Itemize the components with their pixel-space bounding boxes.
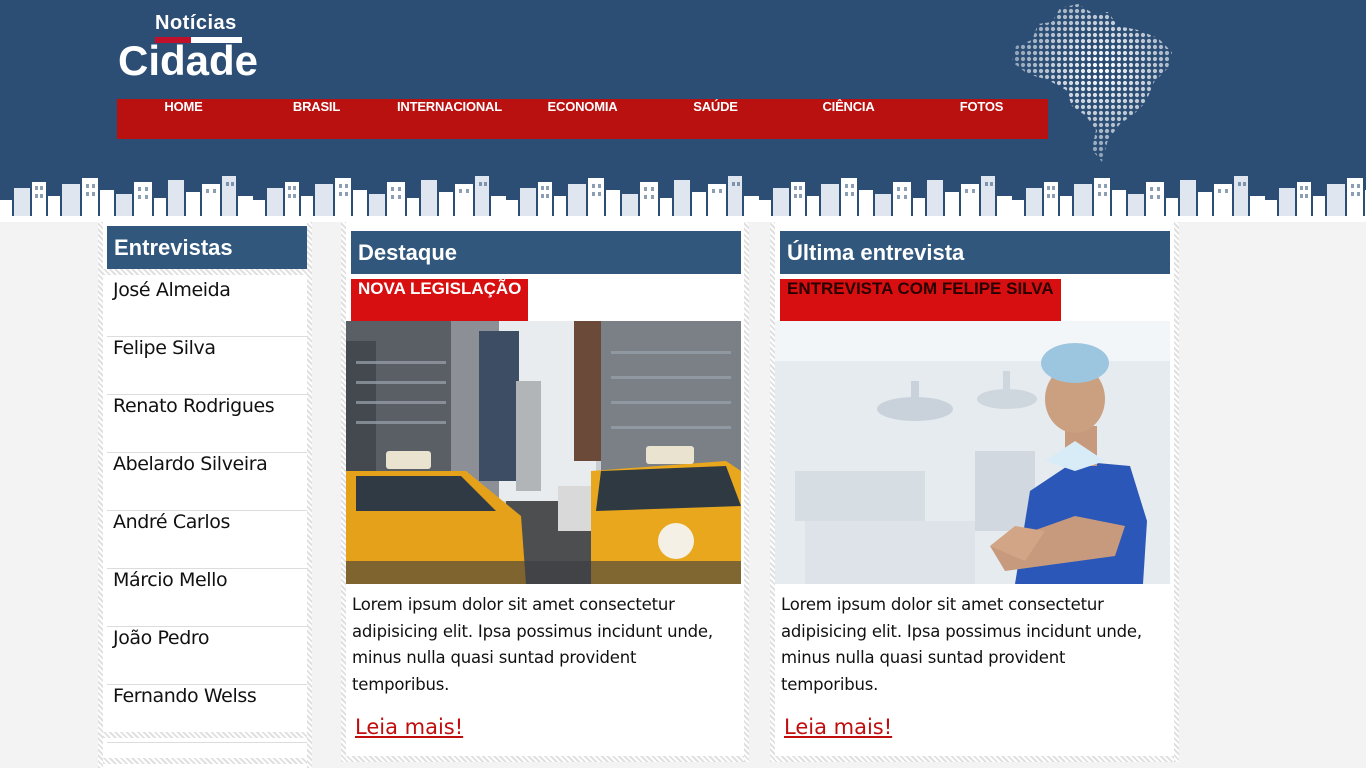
site-logo[interactable]: Notícias Cidade: [118, 12, 278, 92]
nav-item-economia[interactable]: ECONOMIA: [516, 99, 649, 139]
featured-read-more-link[interactable]: Leia mais!: [355, 715, 463, 739]
nav-item-ciencia[interactable]: CIÊNCIA: [782, 99, 915, 139]
sidebar-item-renato-rodrigues[interactable]: Renato Rodrigues: [107, 395, 307, 453]
featured-section: Destaque NOVA LEGISLAÇÃO Lorem ipsum dol…: [341, 222, 749, 762]
sidebar-item-marcio-mello[interactable]: Márcio Mello: [107, 569, 307, 627]
sidebar-item-jose-almeida[interactable]: José Almeida: [107, 279, 307, 337]
logo-main-text: Cidade: [118, 37, 259, 84]
site-header: Notícias Cidade HOME BRASIL INTERNACIONA…: [0, 0, 1366, 222]
sidebar-title: Entrevistas: [107, 226, 307, 269]
nav-item-brasil[interactable]: BRASIL: [250, 99, 383, 139]
featured-title: Destaque: [351, 231, 741, 274]
interviews-sidebar: Entrevistas José Almeida Felipe Silva Re…: [98, 222, 312, 768]
latest-read-more-link[interactable]: Leia mais!: [784, 715, 892, 739]
taxi-street-image: [346, 321, 741, 584]
sidebar-item-andre-carlos[interactable]: André Carlos: [107, 511, 307, 569]
doctor-image: [775, 321, 1170, 584]
city-skyline-icon: [0, 172, 1366, 222]
nav-item-internacional[interactable]: INTERNACIONAL: [383, 99, 516, 139]
featured-photo[interactable]: [346, 321, 741, 584]
latest-tag[interactable]: ENTREVISTA COM FELIPE SILVA: [780, 279, 1061, 321]
latest-photo[interactable]: [775, 321, 1170, 584]
logo-top-text: Notícias: [155, 12, 237, 34]
divider: [103, 732, 307, 738]
divider: [103, 269, 307, 275]
brazil-map-icon: [1012, 4, 1172, 162]
nav-item-saude[interactable]: SAÚDE: [649, 99, 782, 139]
featured-tag[interactable]: NOVA LEGISLAÇÃO: [351, 279, 529, 321]
latest-title: Última entrevista: [780, 231, 1170, 274]
sidebar-item-felipe-silva[interactable]: Felipe Silva: [107, 337, 307, 395]
interviews-list: José Almeida Felipe Silva Renato Rodrigu…: [107, 279, 307, 743]
latest-interview-section: Última entrevista ENTREVISTA COM FELIPE …: [770, 222, 1179, 762]
divider: [103, 758, 307, 764]
sidebar-item-joao-pedro[interactable]: João Pedro: [107, 627, 307, 685]
main-nav: HOME BRASIL INTERNACIONAL ECONOMIA SAÚDE…: [117, 99, 1048, 139]
latest-excerpt: Lorem ipsum dolor sit amet consectetur a…: [781, 595, 1142, 694]
divider: [775, 756, 1174, 762]
featured-excerpt: Lorem ipsum dolor sit amet consectetur a…: [352, 595, 713, 694]
nav-item-home[interactable]: HOME: [117, 99, 250, 139]
divider: [346, 756, 744, 762]
sidebar-item-abelardo-silveira[interactable]: Abelardo Silveira: [107, 453, 307, 511]
